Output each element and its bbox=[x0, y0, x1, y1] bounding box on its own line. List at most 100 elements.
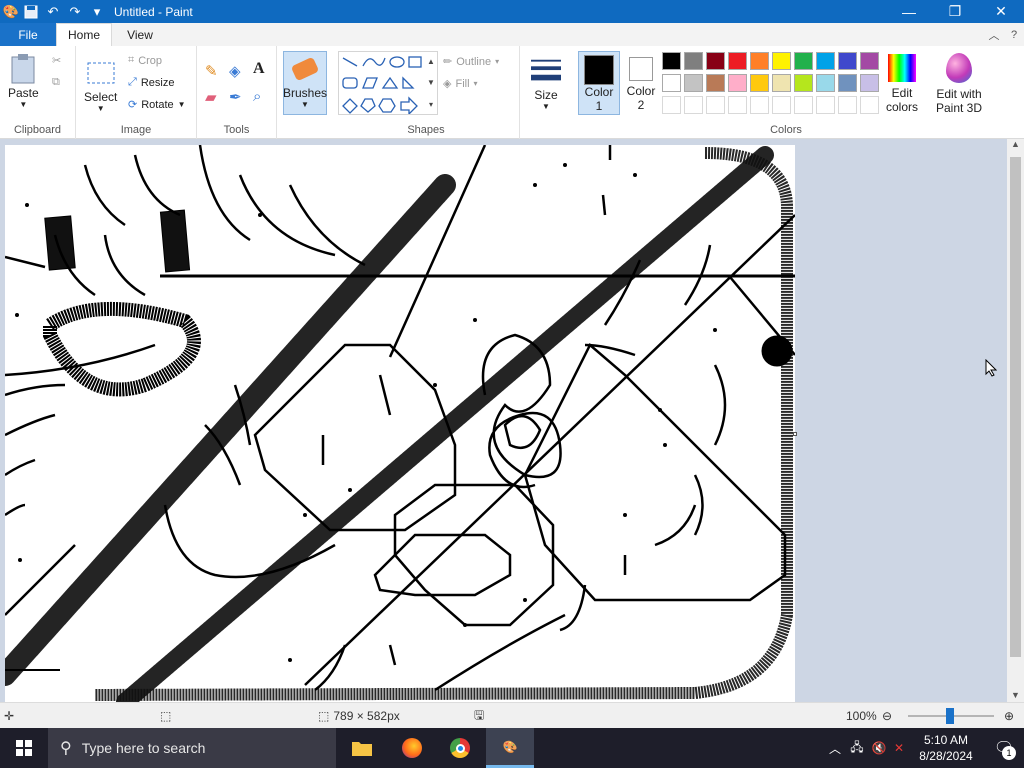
palette-empty-swatch[interactable] bbox=[728, 96, 747, 114]
ribbon: Paste ▼ ✂ ⧉ Clipboard Select ▼ ⌗ Crop ⤢ Re… bbox=[0, 46, 1024, 139]
action-center-icon[interactable]: 🗨 1 bbox=[984, 728, 1024, 768]
collapse-ribbon-icon[interactable]: ︿ bbox=[984, 27, 1004, 43]
image-group: Select ▼ ⌗ Crop ⤢ Resize ⟳ Rotate ▼ Image bbox=[76, 46, 197, 139]
close-button[interactable]: ✕ bbox=[978, 0, 1024, 23]
eraser-icon[interactable]: ▰ bbox=[205, 88, 217, 106]
palette-empty-swatch[interactable] bbox=[860, 96, 879, 114]
palette-swatch[interactable] bbox=[772, 52, 791, 70]
shapes-gallery[interactable] bbox=[338, 51, 438, 116]
palette-swatch[interactable] bbox=[794, 52, 813, 70]
scroll-up-icon[interactable]: ▲ bbox=[1007, 139, 1024, 156]
palette-swatch[interactable] bbox=[794, 74, 813, 92]
palette-swatch[interactable] bbox=[706, 52, 725, 70]
palette-empty-swatch[interactable] bbox=[794, 96, 813, 114]
zoom-in-icon[interactable]: ⊕ bbox=[1004, 703, 1014, 729]
palette-swatch[interactable] bbox=[750, 74, 769, 92]
palette-empty-swatch[interactable] bbox=[706, 96, 725, 114]
minimize-button[interactable]: — bbox=[886, 0, 932, 23]
size-button[interactable]: Size ▼ bbox=[526, 54, 566, 111]
paint3d-label-2: Paint 3D bbox=[935, 101, 983, 115]
save-icon[interactable] bbox=[20, 1, 42, 23]
color-picker-icon[interactable]: ✒ bbox=[229, 88, 242, 106]
tab-file[interactable]: File bbox=[0, 23, 56, 46]
palette-swatch[interactable] bbox=[684, 74, 703, 92]
paste-button[interactable]: Paste ▼ bbox=[8, 52, 39, 109]
tab-view[interactable]: View bbox=[112, 23, 168, 46]
paste-dropdown-icon[interactable]: ▼ bbox=[19, 100, 27, 109]
zoom-out-icon[interactable]: ⊖ bbox=[882, 703, 892, 729]
select-dropdown-icon[interactable]: ▼ bbox=[97, 104, 105, 113]
redo-icon[interactable]: ↷ bbox=[64, 1, 86, 23]
scroll-thumb[interactable] bbox=[1010, 157, 1021, 657]
fill-button[interactable]: ◈ Fill ▾ bbox=[443, 77, 478, 91]
color2-button[interactable]: Color 2 bbox=[622, 51, 660, 115]
chrome-icon[interactable] bbox=[436, 728, 484, 768]
palette-swatch[interactable] bbox=[750, 52, 769, 70]
resize-label: Resize bbox=[140, 76, 175, 89]
help-icon[interactable]: ? bbox=[1004, 29, 1024, 41]
volume-muted-icon[interactable]: 🔇 bbox=[868, 741, 890, 755]
cut-icon[interactable]: ✂ bbox=[52, 54, 61, 67]
canvas-resize-handle[interactable] bbox=[793, 432, 797, 436]
palette-swatch[interactable] bbox=[728, 52, 747, 70]
color1-button[interactable]: Color 1 bbox=[578, 51, 620, 115]
start-button[interactable] bbox=[0, 728, 48, 768]
copy-icon[interactable]: ⧉ bbox=[52, 76, 60, 89]
palette-swatch[interactable] bbox=[816, 52, 835, 70]
clock[interactable]: 5:10 AM 8/28/2024 bbox=[908, 732, 984, 764]
edit-with-paint3d-button[interactable]: Edit with Paint 3D bbox=[930, 51, 988, 115]
select-button[interactable]: Select ▼ bbox=[84, 56, 117, 113]
palette-swatch[interactable] bbox=[684, 52, 703, 70]
palette-empty-swatch[interactable] bbox=[816, 96, 835, 114]
palette-swatch[interactable] bbox=[816, 74, 835, 92]
fill-bucket-icon[interactable]: ◈ bbox=[229, 62, 241, 80]
palette-empty-swatch[interactable] bbox=[838, 96, 857, 114]
scroll-down-icon[interactable]: ▼ bbox=[1007, 690, 1024, 700]
edit-colors-label-2: colors bbox=[885, 100, 918, 114]
tab-home[interactable]: Home bbox=[56, 23, 112, 46]
pencil-icon[interactable]: ✎ bbox=[205, 62, 218, 80]
resize-button[interactable]: ⤢ Resize bbox=[128, 76, 174, 89]
drawing-canvas[interactable] bbox=[0, 144, 796, 702]
maximize-button[interactable]: ❐ bbox=[932, 0, 978, 23]
crop-button[interactable]: ⌗ Crop bbox=[128, 54, 162, 67]
taskbar-search[interactable]: ⚲ Type here to search bbox=[48, 728, 336, 768]
edit-colors-button[interactable]: Edit colors bbox=[882, 51, 922, 114]
magnifier-icon[interactable]: ⌕ bbox=[253, 88, 261, 105]
select-icon bbox=[86, 56, 116, 90]
paint-taskbar-icon[interactable]: 🎨 bbox=[486, 728, 534, 768]
network-icon[interactable]: 🖧 bbox=[846, 738, 868, 759]
shapes-scroll[interactable]: ▲ ▼ ▾ bbox=[425, 51, 437, 115]
text-tool-icon[interactable]: A bbox=[253, 60, 265, 78]
palette-empty-swatch[interactable] bbox=[684, 96, 703, 114]
palette-swatch[interactable] bbox=[838, 74, 857, 92]
palette-swatch[interactable] bbox=[838, 52, 857, 70]
undo-icon[interactable]: ↶ bbox=[42, 1, 64, 23]
color1-swatch bbox=[584, 55, 614, 85]
size-dropdown-icon: ▼ bbox=[542, 102, 550, 111]
canvas-area[interactable] bbox=[0, 139, 1007, 702]
zoom-slider[interactable] bbox=[904, 703, 996, 729]
palette-empty-swatch[interactable] bbox=[772, 96, 791, 114]
firefox-icon[interactable] bbox=[388, 728, 436, 768]
palette-swatch[interactable] bbox=[860, 74, 879, 92]
palette-swatch[interactable] bbox=[662, 74, 681, 92]
palette-empty-swatch[interactable] bbox=[662, 96, 681, 114]
zoom-slider-thumb[interactable] bbox=[946, 708, 954, 724]
palette-swatch[interactable] bbox=[706, 74, 725, 92]
paint-app-icon[interactable]: 🎨 bbox=[2, 3, 20, 21]
battery-warning-icon[interactable]: ✕ bbox=[890, 741, 908, 755]
rotate-button[interactable]: ⟳ Rotate ▼ bbox=[128, 98, 186, 112]
customize-quick-access-icon[interactable]: ▾ bbox=[86, 1, 108, 23]
palette-swatch[interactable] bbox=[662, 52, 681, 70]
palette-empty-swatch[interactable] bbox=[750, 96, 769, 114]
brushes-button[interactable]: Brushes ▼ bbox=[283, 51, 327, 115]
palette-swatch[interactable] bbox=[772, 74, 791, 92]
outline-button[interactable]: ✏ Outline ▾ bbox=[443, 55, 499, 69]
palette-swatch[interactable] bbox=[728, 74, 747, 92]
vertical-scrollbar[interactable]: ▲ ▼ bbox=[1007, 139, 1024, 702]
file-explorer-icon[interactable] bbox=[338, 728, 386, 768]
show-hidden-icons-icon[interactable]: ︿ bbox=[824, 740, 846, 757]
palette-swatch[interactable] bbox=[860, 52, 879, 70]
windows-logo-icon bbox=[16, 740, 32, 756]
